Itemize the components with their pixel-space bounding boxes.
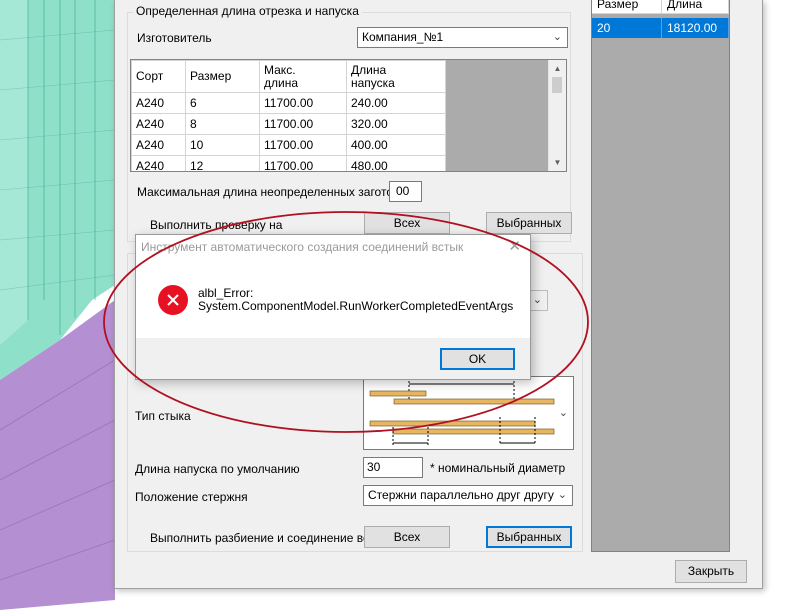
error-dialog: Инструмент автоматического создания соед… — [135, 234, 531, 380]
error-message-line2: System.ComponentModel.RunWorkerCompleted… — [198, 299, 514, 313]
list-item-size[interactable]: 20 — [592, 18, 662, 38]
max-length-label: Максимальная длина неопределенных загото… — [137, 185, 412, 199]
scroll-down-icon[interactable]: ▼ — [549, 154, 566, 171]
grid-cell[interactable]: 400.00 — [346, 134, 446, 156]
lap-joint-diagram — [369, 381, 555, 445]
table-row[interactable]: A240 12 11700.00 480.00 — [131, 155, 446, 171]
check-label: Выполнить проверку на — [150, 218, 283, 232]
grid-cell[interactable]: 8 — [185, 113, 260, 135]
split-selected-button[interactable]: Выбранных — [486, 526, 572, 548]
grid-cell[interactable]: 11700.00 — [259, 134, 347, 156]
close-icon[interactable]: ✕ — [508, 237, 521, 255]
table-row[interactable]: A240 6 11700.00 240.00 — [131, 92, 446, 114]
grid-header-lap-length-text: Длина напуска — [351, 62, 395, 90]
grid-cell[interactable]: 11700.00 — [259, 113, 347, 135]
position-combo-value: Стержни параллельно друг другу — [368, 488, 554, 502]
chevron-down-icon: ⌄ — [552, 31, 562, 43]
grid-header-lap-length[interactable]: Длина напуска — [346, 60, 446, 93]
grid-cell[interactable]: 11700.00 — [259, 155, 347, 171]
dialog-title: Инструмент автоматического создания соед… — [141, 240, 464, 254]
error-icon — [158, 285, 188, 315]
length-lap-groupbox-title: Определенная длина отрезка и напуска — [133, 4, 362, 18]
list-header-length[interactable]: Длина — [662, 0, 729, 14]
result-list[interactable]: Размер Длина 20 18120.00 — [591, 0, 730, 552]
grid-cell[interactable]: A240 — [131, 113, 186, 135]
close-button[interactable]: Закрыть — [675, 560, 747, 583]
grid-cell[interactable]: 480.00 — [346, 155, 446, 171]
diameter-suffix-label: * номинальный диаметр — [430, 461, 566, 475]
list-item-length[interactable]: 18120.00 — [662, 18, 729, 38]
table-row[interactable]: A240 8 11700.00 320.00 — [131, 113, 446, 135]
joint-type-label: Тип стыка — [135, 409, 191, 423]
manufacturer-combo[interactable]: Компания_№1 ⌄ — [357, 27, 568, 48]
manufacturer-combo-value: Компания_№1 — [362, 30, 444, 44]
position-label: Положение стержня — [135, 490, 248, 504]
split-all-button[interactable]: Всех — [364, 526, 450, 548]
check-all-button[interactable]: Всех — [364, 212, 450, 234]
chevron-down-icon: ⌄ — [532, 294, 542, 306]
table-row[interactable]: A240 10 11700.00 400.00 — [131, 134, 446, 156]
grid-cell[interactable]: A240 — [131, 134, 186, 156]
list-header-size[interactable]: Размер — [592, 0, 662, 14]
grid-cell[interactable]: 12 — [185, 155, 260, 171]
scroll-thumb[interactable] — [552, 77, 562, 93]
scroll-up-icon[interactable]: ▲ — [549, 60, 566, 77]
chevron-down-icon: ⌄ — [558, 407, 568, 419]
grid-header-grade[interactable]: Сорт — [131, 60, 186, 93]
ok-button[interactable]: OK — [440, 348, 515, 370]
check-selected-button[interactable]: Выбранных — [486, 212, 572, 234]
grid-header-max-length-text: Макс. длина — [264, 62, 299, 90]
grid-header-max-length[interactable]: Макс. длина — [259, 60, 347, 93]
rebar-grid[interactable]: Сорт Размер Макс. длина Длина напуска A2… — [130, 59, 567, 172]
error-cross-glyph — [167, 294, 179, 306]
default-lap-input[interactable]: 30 — [363, 457, 423, 478]
error-message: albl_Error: System.ComponentModel.RunWor… — [198, 287, 513, 313]
hidden-combo[interactable]: ⌄ — [528, 290, 548, 311]
chevron-down-icon: ⌄ — [557, 489, 567, 501]
manufacturer-label: Изготовитель — [137, 31, 212, 45]
default-lap-label: Длина напуска по умолчанию — [135, 462, 300, 476]
grid-header-size[interactable]: Размер — [185, 60, 260, 93]
grid-cell[interactable]: A240 — [131, 155, 186, 171]
dialog-footer: OK — [136, 338, 530, 379]
position-combo[interactable]: Стержни параллельно друг другу ⌄ — [363, 485, 573, 506]
max-length-input[interactable]: 00 — [389, 181, 422, 202]
grid-cell[interactable]: 320.00 — [346, 113, 446, 135]
grid-cell[interactable]: 240.00 — [346, 92, 446, 114]
grid-cell[interactable]: 6 — [185, 92, 260, 114]
grid-cell[interactable]: 10 — [185, 134, 260, 156]
joint-type-combo[interactable]: ⌄ — [363, 376, 574, 450]
grid-scrollbar[interactable]: ▲ ▼ — [548, 60, 566, 171]
grid-cell[interactable]: 11700.00 — [259, 92, 347, 114]
grid-cell[interactable]: A240 — [131, 92, 186, 114]
